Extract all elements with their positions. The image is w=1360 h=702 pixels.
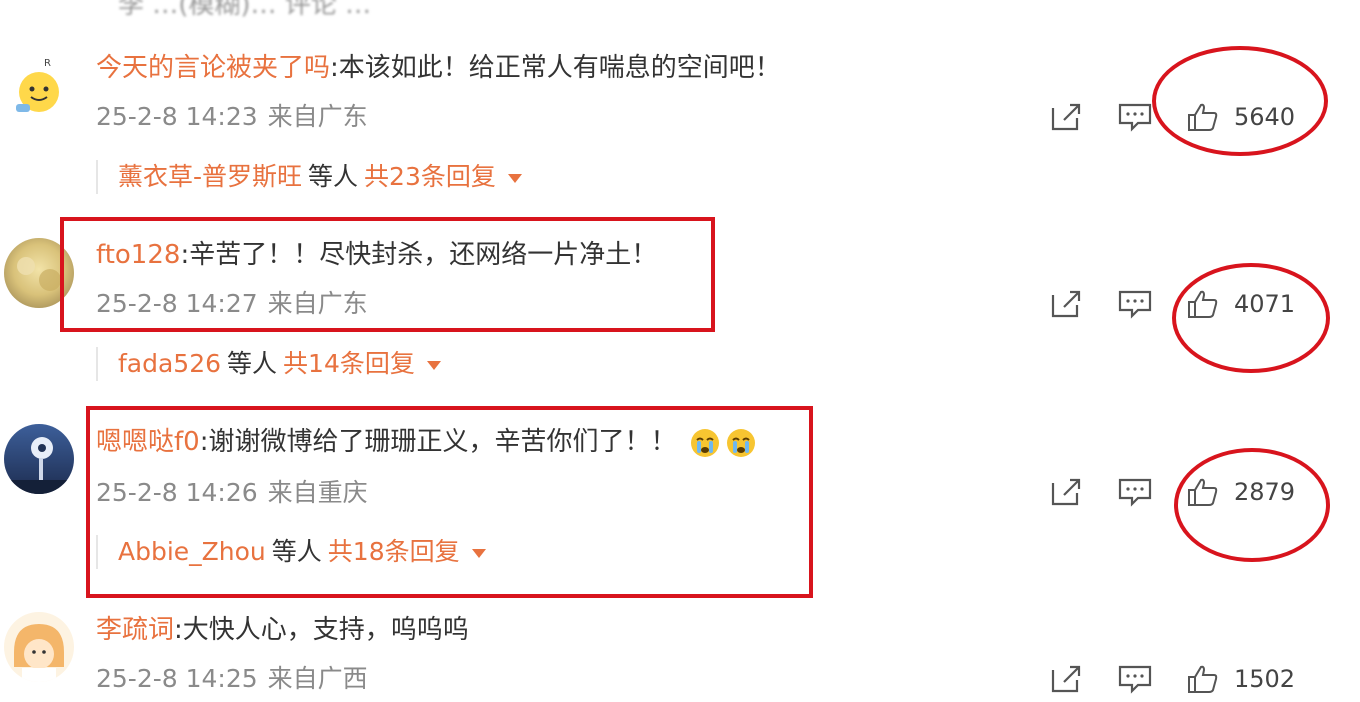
comment-time: 25-2-8 14:23 [96, 102, 258, 131]
reply-count[interactable]: 共14条回复 [283, 349, 415, 378]
cut-off-previous-comment: 李 …(模糊)… 评论 … [118, 0, 372, 20]
comment-icon[interactable] [1118, 289, 1152, 319]
comment-meta: 25-2-8 14:25 来自广西 [96, 662, 368, 696]
reply-summary[interactable]: 薰衣草-普罗斯旺 等人 共23条回复 [96, 160, 522, 194]
annotation-ellipse-likes-2 [1172, 263, 1330, 373]
colon: : [174, 615, 183, 645]
comment-meta: 25-2-8 14:23 来自广东 [96, 100, 368, 134]
reply-summary[interactable]: fada526 等人 共14条回复 [96, 347, 441, 381]
share-icon[interactable] [1050, 102, 1084, 132]
share-icon[interactable] [1050, 477, 1084, 507]
like-count: 1502 [1234, 665, 1296, 693]
comment-username[interactable]: 今天的言论被夹了吗 [96, 53, 330, 83]
comment-location: 来自广东 [267, 102, 368, 131]
reply-count[interactable]: 共23条回复 [364, 162, 496, 191]
comment-username[interactable]: 李疏词 [96, 615, 174, 645]
avatar[interactable]: R [4, 52, 74, 122]
comment-icon[interactable] [1118, 664, 1152, 694]
svg-text:R: R [44, 58, 51, 69]
annotation-ellipse-likes-1 [1152, 46, 1328, 156]
reply-usernames[interactable]: 薰衣草-普罗斯旺 [118, 162, 302, 191]
comment-icon[interactable] [1118, 102, 1152, 132]
comment-icon[interactable] [1118, 477, 1152, 507]
reply-and-others: 等人 [308, 162, 359, 191]
share-icon[interactable] [1050, 664, 1084, 694]
expand-caret-icon[interactable] [507, 173, 522, 183]
annotation-ellipse-likes-3 [1174, 448, 1330, 562]
share-icon[interactable] [1050, 289, 1084, 319]
colon: : [330, 53, 339, 83]
reply-and-others: 等人 [227, 349, 278, 378]
avatar[interactable] [4, 612, 74, 682]
expand-caret-icon[interactable] [426, 360, 441, 370]
comment-location: 来自广西 [267, 664, 368, 693]
annotation-box-comment-3 [86, 406, 813, 598]
annotation-box-comment-2 [60, 217, 715, 332]
comment-time: 25-2-8 14:25 [96, 664, 258, 693]
reply-usernames[interactable]: fada526 [118, 349, 221, 378]
comment-text: 本该如此！给正常人有喘息的空间吧！ [338, 53, 781, 83]
comment-text: 大快人心，支持，呜呜呜 [182, 615, 469, 645]
avatar[interactable] [4, 424, 74, 494]
like-icon[interactable] [1186, 664, 1220, 694]
